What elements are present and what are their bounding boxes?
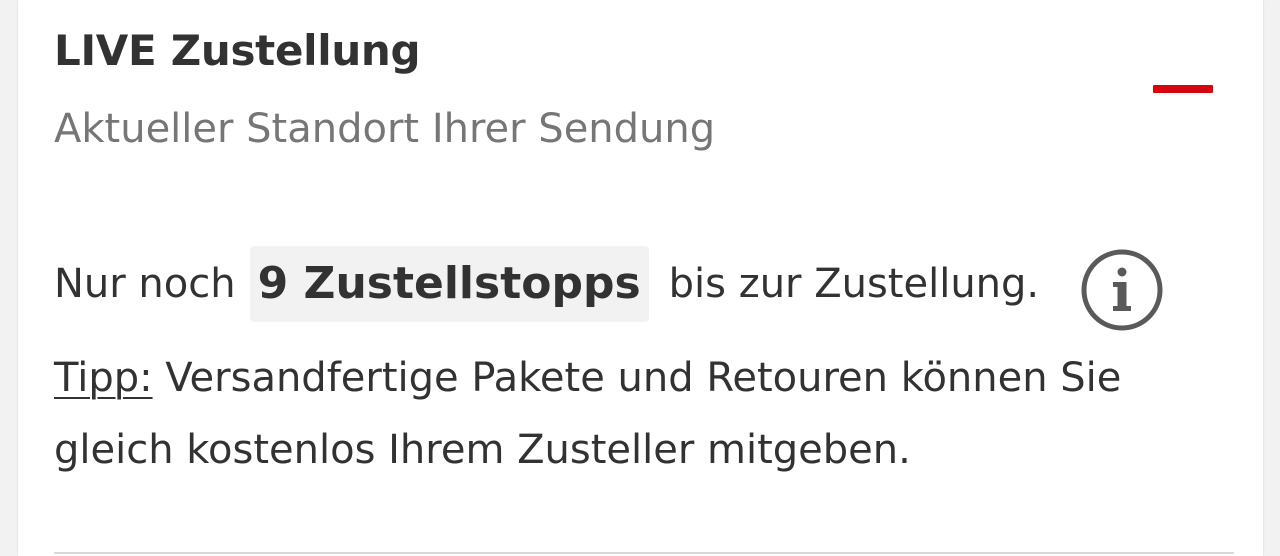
tip-text: Tipp: Versandfertige Pakete und Retouren…: [54, 342, 1234, 486]
card-subtitle: Aktueller Standort Ihrer Sendung: [54, 106, 716, 152]
card-title: LIVE Zustellung: [54, 26, 421, 75]
stops-remaining-line: Nur noch 9 Zustellstopps bis zur Zustell…: [54, 246, 1039, 322]
info-icon: [1081, 249, 1163, 331]
stops-count-badge: 9 Zustellstopps: [249, 246, 649, 322]
tip-label: Tipp:: [54, 355, 153, 401]
stops-suffix: bis zur Zustellung.: [668, 261, 1040, 307]
divider: [54, 552, 1234, 554]
info-button[interactable]: [1080, 248, 1164, 332]
tip-body: Versandfertige Pakete und Retouren könne…: [54, 355, 1122, 473]
collapse-button[interactable]: [1143, 60, 1223, 120]
live-delivery-card: LIVE Zustellung Aktueller Standort Ihrer…: [18, 0, 1263, 556]
stops-prefix: Nur noch: [54, 261, 236, 307]
minus-icon: [1153, 85, 1213, 93]
